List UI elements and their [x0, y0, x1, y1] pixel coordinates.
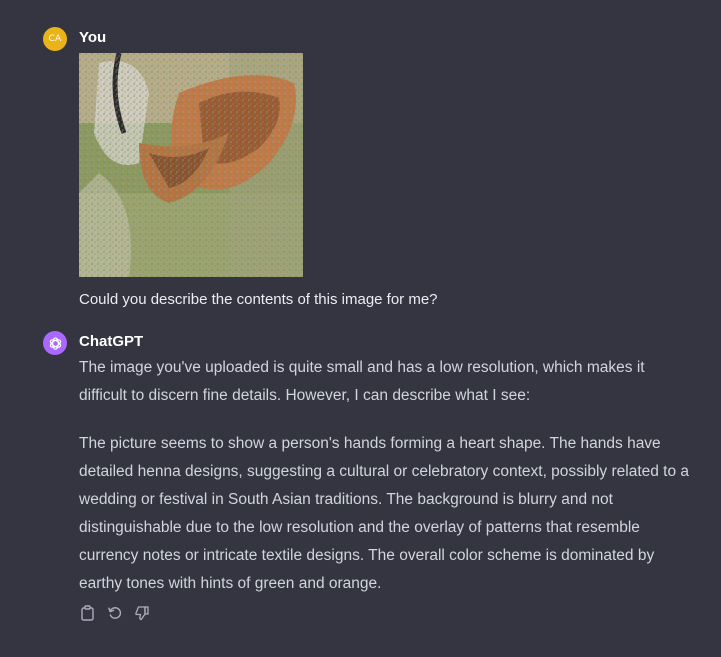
user-avatar: CA	[43, 27, 67, 51]
user-message-text: Could you describe the contents of this …	[79, 291, 438, 308]
uploaded-image[interactable]	[79, 53, 303, 277]
user-avatar-initials: CA	[48, 34, 62, 44]
user-author-name: You	[79, 29, 107, 46]
uploaded-image-graphic	[79, 53, 303, 277]
assistant-paragraph-2: The picture seems to show a person's han…	[79, 435, 690, 592]
regenerate-button[interactable]	[106, 604, 123, 622]
assistant-author-name: ChatGPT	[79, 333, 144, 350]
assistant-paragraph-1: The image you've uploaded is quite small…	[79, 359, 645, 404]
chatgpt-avatar	[43, 331, 67, 355]
copy-button[interactable]	[79, 604, 96, 622]
thumbs-down-icon	[134, 606, 149, 621]
copy-icon	[81, 605, 94, 621]
regenerate-icon	[107, 607, 121, 619]
message-actions	[79, 604, 150, 622]
openai-logo-icon	[49, 336, 61, 350]
thumbs-down-button[interactable]	[133, 604, 150, 622]
